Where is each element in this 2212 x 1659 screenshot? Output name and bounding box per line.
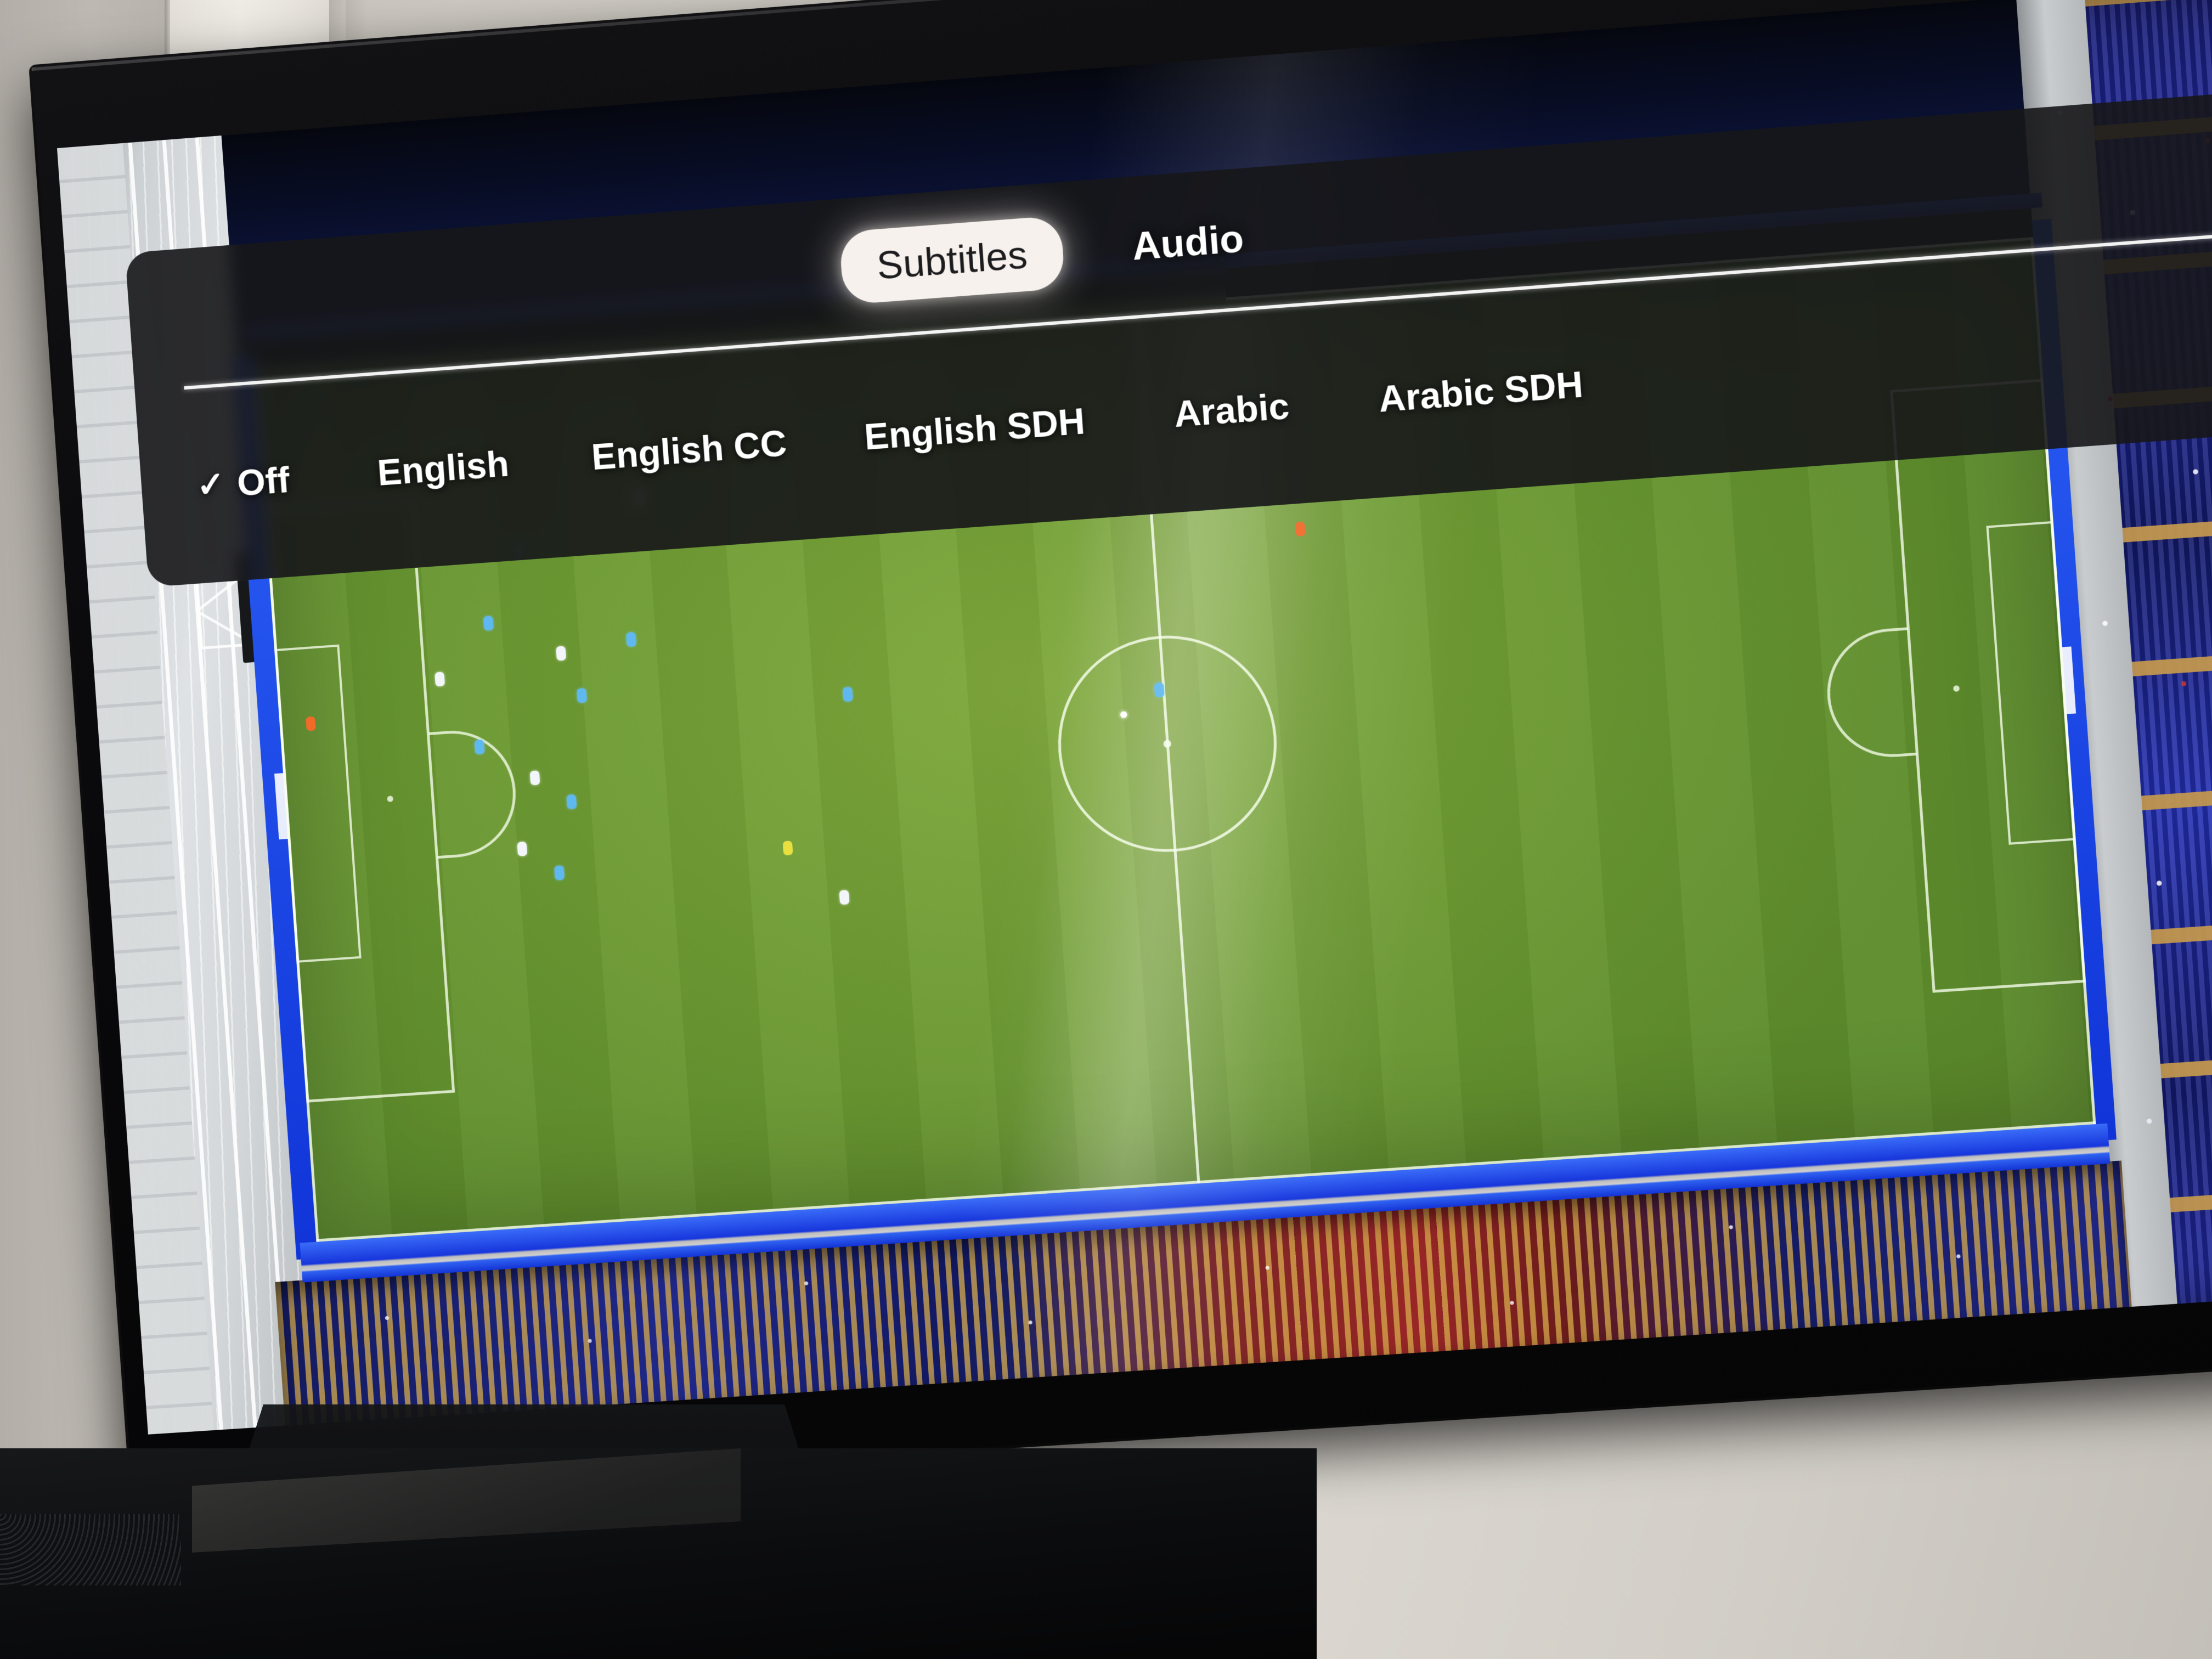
player-marker [434,672,445,687]
subtitle-option-label: English SDH [862,400,1086,458]
television: Subtitles Audio ✓ Off English English CC [31,0,2212,1502]
subtitle-option-arabic[interactable]: Arabic [1172,385,1291,435]
player-marker [554,865,565,881]
player-marker [474,739,485,754]
referee-marker [1295,522,1306,537]
pitch-penalty-arc-right [1822,627,1917,761]
player-marker [1154,682,1165,697]
room-scene: Subtitles Audio ✓ Off English English CC [0,0,2212,1659]
speaker-grille [0,1514,181,1585]
player-marker [517,842,528,857]
referee-marker [305,716,316,731]
player-marker [839,889,850,905]
player-marker [625,631,636,647]
player-marker [556,645,567,661]
subtitle-option-english-cc[interactable]: English CC [590,422,788,478]
media-console [0,1448,1317,1659]
subtitle-option-label: Off [235,459,291,504]
player-marker [577,688,588,703]
checkmark-icon: ✓ [195,465,227,505]
tab-audio[interactable]: Audio [1094,199,1282,286]
subtitle-option-english[interactable]: English [376,442,510,494]
pitch-penalty-arc-left [428,726,520,859]
player-marker [842,686,853,702]
subtitle-option-label: English [376,443,511,493]
subtitle-option-label: English CC [590,422,788,478]
player-marker [483,616,494,631]
console-top-surface [192,1448,741,1553]
tab-subtitles[interactable]: Subtitles [838,215,1066,305]
player-marker [566,794,577,810]
subtitle-option-english-sdh[interactable]: English SDH [863,400,1086,458]
subtitle-option-arabic-sdh[interactable]: Arabic SDH [1377,363,1584,420]
subtitle-option-label: Arabic SDH [1377,363,1584,420]
goalkeeper-marker [782,840,793,856]
tv-screen: Subtitles Audio ✓ Off English English CC [57,0,2212,1435]
subtitle-option-off[interactable]: ✓ Off [195,459,291,507]
subtitle-option-label: Arabic [1172,385,1291,435]
player-marker [529,770,540,786]
